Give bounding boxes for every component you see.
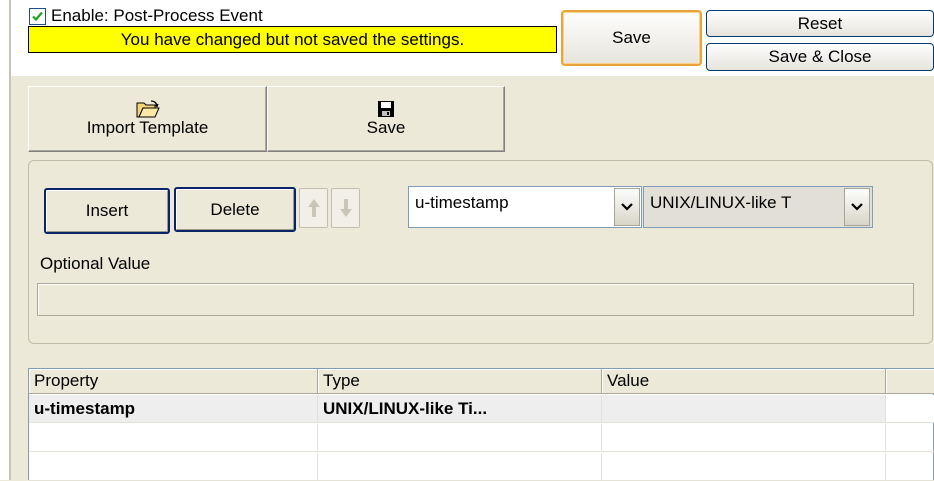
save-button-label: Save — [612, 28, 651, 47]
checkmark-icon — [32, 11, 43, 21]
table-row-cell-extra — [886, 424, 934, 452]
delete-button[interactable]: Delete — [174, 187, 296, 232]
table-row-cell-type[interactable] — [318, 453, 602, 481]
table-row-cell-value[interactable] — [602, 424, 886, 452]
property-dropdown-button[interactable] — [614, 188, 640, 226]
import-template-button[interactable]: Import Template — [28, 86, 267, 152]
delete-button-label: Delete — [210, 199, 260, 219]
enable-checkbox-label: Enable: Post-Process Event — [51, 6, 263, 25]
table-row-cell-type[interactable]: UNIX/LINUX-like Ti... — [318, 395, 602, 423]
save-and-close-button[interactable]: Save & Close — [706, 43, 934, 71]
property-select[interactable]: u-timestamp — [408, 186, 642, 228]
unsaved-warning-text: You have changed but not saved the setti… — [120, 29, 465, 49]
unsaved-warning-banner: You have changed but not saved the setti… — [28, 26, 557, 53]
arrow-down-icon — [339, 199, 352, 217]
type-select[interactable]: UNIX/LINUX-like T — [643, 186, 873, 228]
move-down-button[interactable] — [331, 188, 360, 228]
chevron-down-icon — [851, 203, 863, 211]
column-header-type[interactable]: Type — [318, 369, 602, 394]
table-row-cell-property[interactable]: u-timestamp — [29, 395, 318, 423]
table-row-cell-value[interactable] — [602, 453, 886, 481]
table-row-cell-property[interactable] — [29, 453, 318, 481]
table-row-cell-property[interactable] — [29, 424, 318, 452]
column-header-value[interactable]: Value — [602, 369, 886, 394]
table-row-cell-type[interactable] — [318, 424, 602, 452]
insert-button-label: Insert — [85, 201, 129, 220]
type-dropdown-button[interactable] — [844, 188, 870, 226]
arrow-up-icon — [307, 199, 320, 217]
type-select-value: UNIX/LINUX-like T — [650, 193, 792, 212]
properties-grid: Property Type Value u-timestamp UNIX/LIN… — [28, 368, 934, 481]
column-header-extra — [886, 369, 934, 394]
table-row-cell-value[interactable] — [602, 395, 886, 423]
optional-value-label: Optional Value — [40, 254, 151, 273]
column-header-property[interactable]: Property — [29, 369, 318, 394]
import-template-label: Import Template — [86, 118, 209, 137]
folder-open-icon — [136, 100, 160, 118]
enable-post-process-checkbox-row[interactable]: Enable: Post-Process Event — [29, 6, 263, 26]
move-up-button[interactable] — [299, 188, 328, 228]
toolbar-save-button[interactable]: Save — [267, 86, 505, 152]
reset-button[interactable]: Reset — [706, 10, 934, 37]
reset-button-label: Reset — [797, 13, 843, 33]
insert-button[interactable]: Insert — [44, 188, 170, 234]
enable-checkbox[interactable] — [29, 7, 46, 25]
toolbar-save-label: Save — [366, 118, 406, 137]
floppy-disk-icon — [378, 101, 394, 117]
property-select-value: u-timestamp — [415, 193, 509, 212]
chevron-down-icon — [621, 203, 633, 211]
save-button[interactable]: Save — [561, 10, 702, 66]
table-row-cell-extra — [886, 453, 934, 481]
save-and-close-label: Save & Close — [768, 47, 872, 66]
optional-value-field[interactable] — [37, 283, 914, 316]
table-row-cell-extra — [886, 395, 934, 423]
left-edge — [0, 0, 9, 480]
